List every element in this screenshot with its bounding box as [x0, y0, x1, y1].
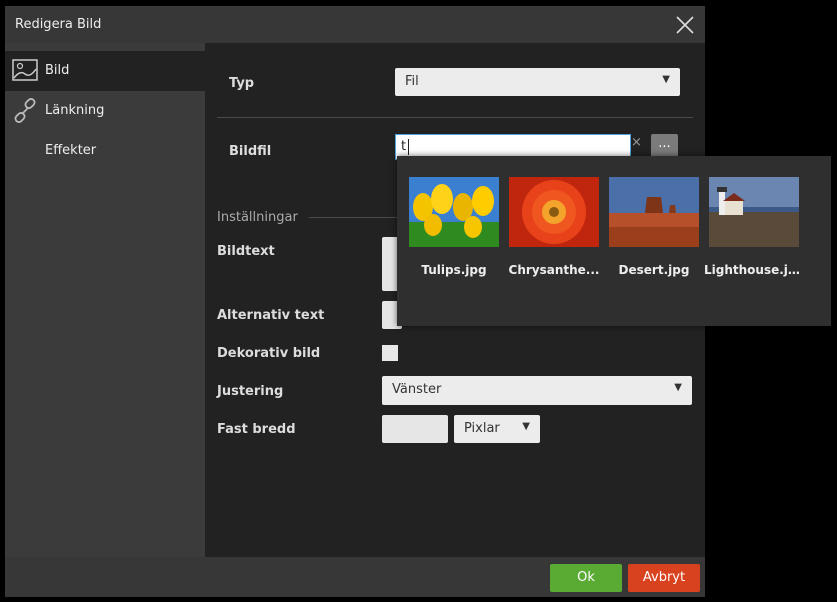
bildtext-label: Bildtext: [217, 244, 275, 259]
desert-thumbnail[interactable]: [609, 177, 699, 247]
text-caret: [408, 139, 409, 155]
divider: [217, 117, 693, 118]
section-divider: [309, 217, 399, 218]
file-name: Chrysanthe...: [508, 263, 600, 277]
justering-value: Vänster: [392, 382, 442, 397]
dialog-footer: Ok Avbryt: [5, 557, 705, 597]
justering-label: Justering: [217, 384, 284, 399]
file-picker-popup: Tulips.jpg Chrysanthe... Desert.jpg Ligh…: [397, 156, 831, 326]
alt-text-label: Alternativ text: [217, 308, 325, 323]
chevron-down-icon: ▼: [674, 382, 682, 393]
chrysanthemum-thumbnail[interactable]: [509, 177, 599, 247]
unit-select[interactable]: Pixlar ▼: [454, 415, 540, 443]
dialog-title: Redigera Bild: [15, 17, 102, 32]
dekorativ-checkbox[interactable]: [382, 345, 398, 361]
file-name: Lighthouse.jpg: [704, 263, 804, 277]
sidebar: Bild Länkning Effekter: [5, 43, 205, 557]
dekorativ-label: Dekorativ bild: [217, 346, 321, 361]
file-name: Desert.jpg: [618, 263, 690, 277]
file-name: Tulips.jpg: [421, 263, 487, 277]
chevron-down-icon: ▼: [522, 421, 530, 432]
dialog-titlebar: Redigera Bild: [5, 6, 705, 43]
sidebar-item-effekter[interactable]: Effekter: [5, 131, 205, 171]
sidebar-item-lankning[interactable]: Länkning: [5, 91, 205, 131]
ok-button[interactable]: Ok: [550, 564, 622, 592]
typ-label: Typ: [229, 76, 255, 91]
section-title: Inställningar: [217, 210, 298, 225]
image-icon: [12, 59, 38, 81]
close-icon[interactable]: [674, 14, 696, 36]
sidebar-item-bild[interactable]: Bild: [5, 51, 205, 91]
justering-select[interactable]: Vänster ▼: [382, 376, 692, 405]
clear-icon[interactable]: ×: [631, 135, 642, 150]
fast-bredd-input[interactable]: [382, 415, 448, 443]
sidebar-item-label: Effekter: [45, 143, 97, 158]
bildfil-input-value: t: [401, 139, 407, 154]
bildfil-label: Bildfil: [229, 144, 272, 159]
chevron-down-icon: ▼: [662, 74, 670, 85]
tulips-thumbnail[interactable]: [409, 177, 499, 247]
typ-value: Fil: [405, 74, 419, 89]
cancel-button[interactable]: Avbryt: [628, 564, 700, 592]
sidebar-item-label: Bild: [45, 63, 70, 78]
link-icon: [14, 98, 36, 123]
typ-select[interactable]: Fil ▼: [395, 68, 680, 96]
unit-value: Pixlar: [464, 421, 500, 436]
sidebar-item-label: Länkning: [45, 103, 105, 118]
lighthouse-thumbnail[interactable]: [709, 177, 799, 247]
fast-bredd-label: Fast bredd: [217, 422, 296, 437]
